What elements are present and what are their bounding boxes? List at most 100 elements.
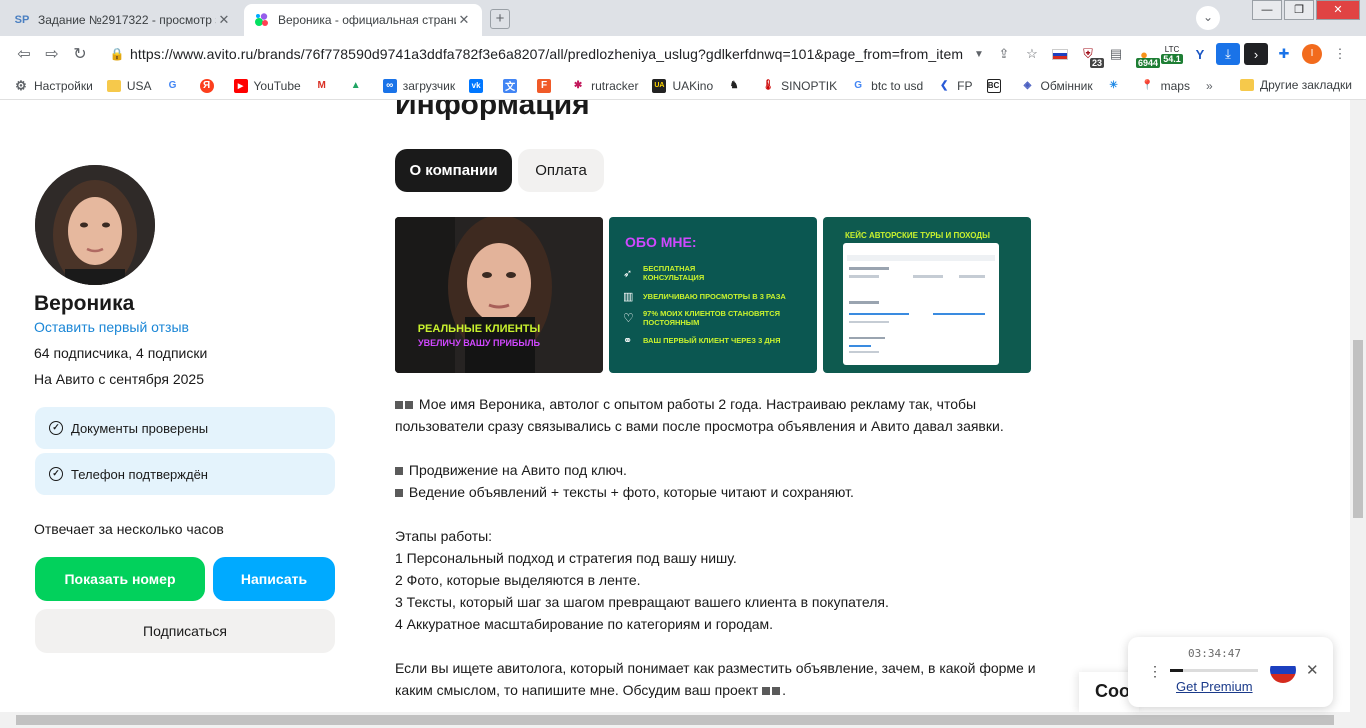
back-icon[interactable]: ⇦ — [10, 44, 38, 64]
chess-icon: ♞ — [729, 80, 739, 91]
minimize-icon[interactable]: — — [1252, 0, 1282, 20]
description-line: каким смыслом, то напишите мне. Обсудим … — [395, 682, 787, 698]
bookmark-drive[interactable]: ▲ — [349, 79, 369, 93]
bookmark-fp[interactable]: ❮ FP — [937, 79, 973, 93]
chevron-down-icon[interactable]: ▼ — [974, 49, 988, 60]
folder-icon — [1240, 79, 1254, 91]
section-title: Информация — [395, 100, 590, 121]
subscribe-button[interactable]: Подписаться — [35, 609, 335, 653]
bookmark-uakino[interactable]: UA UAKino — [652, 78, 713, 93]
bookmark-gmail[interactable]: M — [315, 79, 335, 93]
more-bookmarks-icon[interactable]: » — [1206, 79, 1213, 93]
youtube-icon: ▶ — [233, 78, 248, 93]
yandex-icon: Я — [199, 78, 214, 93]
bitcoin-extension-icon[interactable]: ● 6944 — [1132, 43, 1160, 68]
bookmark-sinoptik[interactable]: 🌡 SINOPTIK — [761, 79, 837, 93]
restore-icon[interactable]: ❐ — [1284, 0, 1314, 20]
profile-icon[interactable]: I — [1300, 43, 1324, 65]
forward-icon[interactable]: ⇨ — [38, 44, 66, 64]
bookmark-btc[interactable]: Gbtc to usd — [851, 79, 923, 93]
russia-flag-icon[interactable] — [1270, 657, 1296, 683]
bookmark-google[interactable]: G — [166, 79, 186, 93]
get-premium-link[interactable]: Get Premium — [1176, 679, 1253, 694]
bc-icon: BC — [986, 78, 1001, 93]
description-line: Этапы работы: — [395, 528, 493, 544]
tab-avito[interactable]: Вероника - официальная страни ✕ — [244, 4, 482, 36]
write-message-button[interactable]: Написать — [213, 557, 335, 601]
tab-close-icon[interactable]: ✕ — [456, 12, 472, 28]
description-line: Если вы ищете авитолога, который понимае… — [395, 660, 1036, 676]
uakino-icon: UA — [652, 78, 667, 93]
description-line: Мое имя Вероника, автолог с опытом работ… — [395, 393, 976, 415]
bookmark-snowflake[interactable]: ✳ — [1107, 79, 1127, 93]
tab-search-icon[interactable]: ⌄ — [1196, 6, 1220, 30]
bookmark-translate[interactable]: 文 — [503, 78, 523, 93]
avatar[interactable] — [35, 165, 155, 285]
leave-review-link[interactable]: Оставить первый отзыв — [34, 319, 189, 335]
check-circle-icon: ✓ — [49, 467, 63, 481]
google-icon: G — [854, 80, 863, 91]
address-bar[interactable]: 🔒 https://www.avito.ru/brands/76f778590d… — [104, 40, 988, 68]
tab-task[interactable]: SP Задание №2917322 - просмотр з ✕ — [4, 4, 242, 36]
bookmark-maps[interactable]: 📍 maps — [1141, 79, 1190, 93]
lock-icon: 🔒 — [109, 47, 125, 61]
vertical-scrollbar[interactable] — [1350, 100, 1366, 712]
new-tab-button[interactable]: + — [490, 9, 510, 29]
gallery-image-case[interactable]: КЕЙС АВТОРСКИЕ ТУРЫ И ПОХОДЫ — [823, 217, 1031, 373]
vpn-timer: 03:34:47 — [1188, 647, 1241, 660]
bookmark-youtube[interactable]: ▶ YouTube — [233, 78, 301, 93]
about-item: ➶ БЕСПЛАТНАЯ КОНСУЛЬТАЦИЯ — [623, 264, 705, 282]
browser-toolbar: ⇦ ⇨ ↻ 🔒 https://www.avito.ru/brands/76f7… — [0, 36, 1366, 72]
window-close-icon[interactable]: ✕ — [1316, 0, 1360, 20]
other-bookmarks[interactable]: Другие закладки — [1240, 78, 1352, 92]
flag-ru-icon[interactable] — [1048, 43, 1072, 65]
gallery-image-about-me[interactable]: ОБО МНЕ: ➶ БЕСПЛАТНАЯ КОНСУЛЬТАЦИЯ ▥ УВЕЛИ… — [609, 217, 817, 373]
gmail-icon: M — [317, 80, 326, 91]
briefcase-extension-icon[interactable]: ▤ — [1104, 43, 1128, 65]
bookmark-exchanger[interactable]: ◈ Обмінник — [1021, 79, 1093, 93]
bookmark-f[interactable]: F — [537, 78, 557, 93]
bookmark-usa[interactable]: USA — [106, 79, 152, 93]
download-icon[interactable]: ⤓ — [1216, 43, 1240, 65]
fp-icon: ❮ — [939, 80, 949, 91]
translate-icon: 文 — [503, 78, 518, 93]
profile-name: Вероника — [34, 292, 135, 315]
phone-verified-badge: ✓ Телефон подтверждён — [35, 453, 335, 495]
tab-about-company[interactable]: О компании — [395, 149, 512, 192]
reload-icon[interactable]: ↻ — [66, 44, 94, 64]
close-icon[interactable]: ✕ — [1306, 661, 1319, 679]
description-line: пользователи сразу связывались с вами по… — [395, 418, 1004, 434]
bookmark-settings[interactable]: ⚙ Настройки — [14, 78, 93, 93]
bookmark-downloader[interactable]: ∞ загрузчик — [382, 78, 455, 93]
share-icon[interactable]: ⇪ — [992, 43, 1016, 65]
menu-icon[interactable]: ⋮ — [1328, 43, 1352, 65]
shield-extension-icon[interactable]: ⛨ 23 — [1076, 43, 1104, 68]
y-extension-icon[interactable]: Y — [1188, 43, 1212, 65]
f-icon: F — [537, 78, 552, 93]
about-item: ♡ 97% МОИХ КЛИЕНТОВ СТАНОВЯТСЯ ПОСТОЯННЫМ — [623, 309, 781, 327]
bookmark-bc[interactable]: BC — [986, 78, 1007, 93]
vpn-widget: 03:34:47 ⋮ Get Premium ✕ — [1128, 637, 1333, 707]
bookmark-vk[interactable]: vk — [469, 78, 489, 93]
subscriptions-count[interactable]: 64 подписчика, 4 подписки — [34, 345, 207, 361]
bookmark-rutracker[interactable]: ✱ rutracker — [571, 79, 639, 93]
horizontal-scrollbar[interactable] — [0, 712, 1366, 728]
ltc-extension-icon[interactable]: LTC 54.1 — [1160, 43, 1184, 65]
google-icon: G — [168, 80, 177, 91]
handshake-icon: ⚭ — [623, 334, 633, 347]
thermometer-icon: 🌡 — [761, 80, 775, 91]
maps-icon: 📍 — [1141, 80, 1154, 91]
star-icon[interactable]: ☆ — [1020, 43, 1044, 65]
bookmark-yandex[interactable]: Я — [199, 78, 220, 93]
terminal-extension-icon[interactable]: › — [1244, 43, 1268, 65]
tab-title: Задание №2917322 - просмотр з — [38, 13, 216, 27]
avito-favicon-icon — [254, 12, 270, 28]
bookmark-chess[interactable]: ♞ — [727, 79, 747, 93]
show-phone-button[interactable]: Показать номер — [35, 557, 205, 601]
kebab-menu-icon[interactable]: ⋮ — [1148, 663, 1162, 680]
tab-close-icon[interactable]: ✕ — [216, 12, 232, 28]
chart-icon: ▥ — [623, 290, 634, 303]
puzzle-icon[interactable]: ✚ — [1272, 43, 1296, 65]
gallery-image-clients[interactable]: РЕАЛЬНЫЕ КЛИЕНТЫ УВЕЛИЧУ ВАШУ ПРИБЫЛЬ — [395, 217, 603, 373]
tab-payment[interactable]: Оплата — [518, 149, 604, 192]
